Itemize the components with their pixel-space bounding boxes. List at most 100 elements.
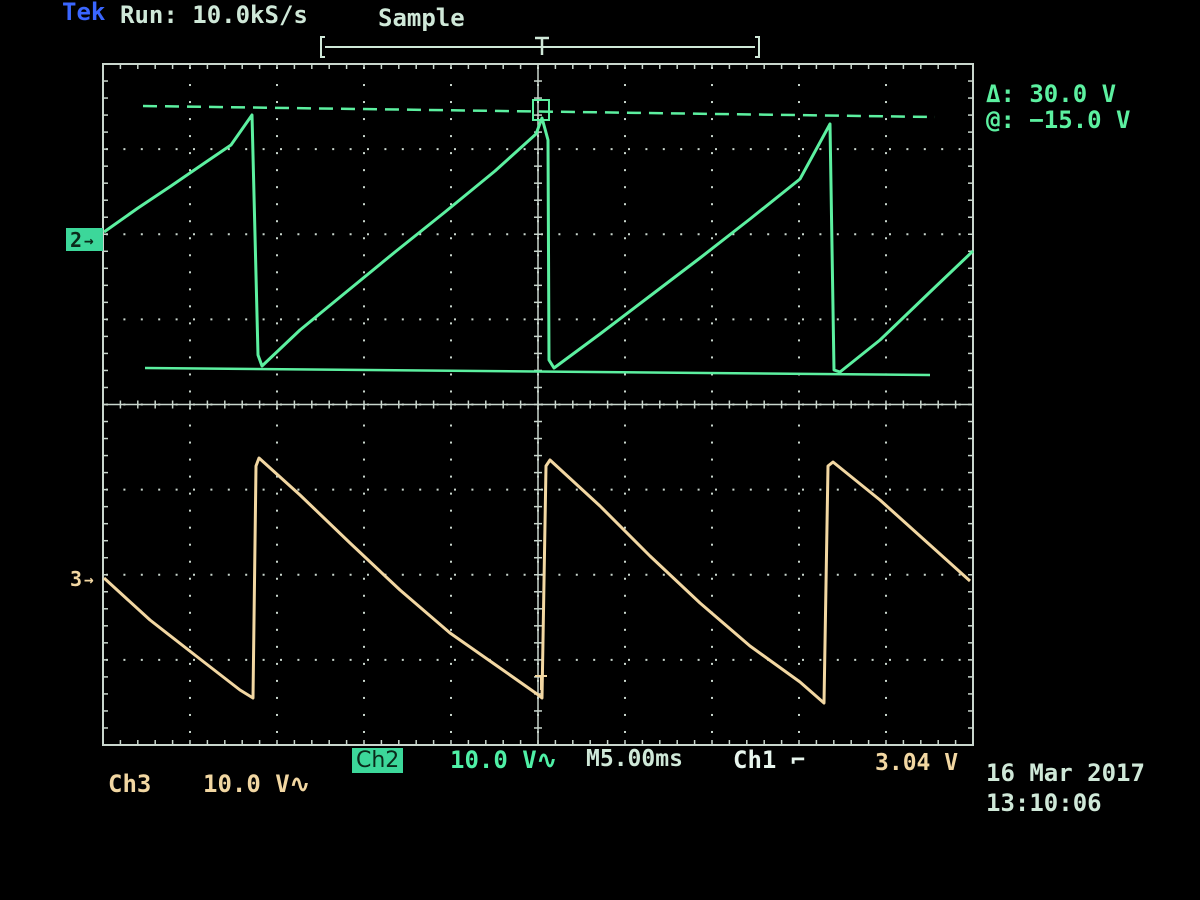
grid-dot [158,573,161,576]
grid-dot [419,148,422,151]
timebase-readout: M5.00ms [586,746,683,772]
grid-dot [189,356,191,359]
grid-dot [610,488,613,491]
grid-dot [645,658,648,661]
grid-dot [749,148,752,151]
grid-dot [624,509,626,512]
grid-dot [276,322,278,325]
grid-dot [628,148,630,151]
grid-dot [732,318,735,321]
grid-dot [436,573,439,576]
grid-dot [711,339,713,342]
grid-dot [885,203,887,206]
grid-dot [711,305,713,308]
grid-dot [158,233,161,236]
grid-dot [711,101,713,104]
grid-dot [749,658,752,661]
grid-dot [262,318,265,321]
grid-dot [384,148,387,151]
grid-dot [314,488,317,491]
grid-dot [506,488,509,491]
grid-dot [175,658,178,661]
grid-dot [189,254,191,257]
grid-dot [363,305,365,308]
grid-dot [450,84,452,87]
grid-dot [280,148,282,151]
grid-dot [885,101,887,104]
grid-dot [450,169,452,172]
grid-dot [628,318,630,321]
grid-dot [227,233,230,236]
grid-dot [523,233,526,236]
grid-dot [189,237,191,240]
grid-dot [711,509,713,512]
grid-dot [189,305,191,308]
grid-dot [624,339,626,342]
grid-dot [189,492,191,495]
grid-dot [276,526,278,529]
grid-dot [363,152,365,155]
grid-dot [610,658,613,661]
grid-dot [624,424,626,427]
grid-dot [367,148,369,151]
grid-dot [189,84,191,87]
grid-dot [450,560,452,563]
grid-dot [680,318,683,321]
grid-dot [276,84,278,87]
grid-dot [349,148,352,151]
grid-dot [798,696,800,699]
grid-dot [958,318,961,321]
grid-dot [798,492,800,495]
grid-dot [906,318,909,321]
grid-dot [454,488,456,491]
grid-dot [363,543,365,546]
grid-dot [401,488,404,491]
grid-dot [450,390,452,393]
grid-dot [363,118,365,121]
grid-dot [798,356,800,359]
ch2-badge[interactable]: Ch2 [352,748,404,773]
grid-dot [767,233,770,236]
ch2-ground-marker[interactable]: 2 → [66,228,103,252]
grid-dot [363,220,365,223]
grid-dot [798,271,800,274]
grid-dot [189,322,191,325]
grid-dot [276,594,278,597]
grid-dot [450,679,452,682]
grid-dot [680,658,683,661]
grid-dot [363,186,365,189]
grid-dot [450,526,452,529]
grid-dot [450,662,452,665]
grid-dot [227,573,230,576]
grid-dot [798,339,800,342]
grid-dot [523,573,526,576]
grid-dot [854,318,857,321]
grid-dot [506,148,509,151]
grid-dot [575,148,578,151]
grid-dot [227,318,230,321]
grid-dot [189,203,191,206]
grid-dot [711,152,713,155]
grid-dot [276,441,278,444]
grid-dot [732,488,735,491]
grid-dot [715,658,717,661]
grid-dot [363,509,365,512]
grid-dot [819,488,822,491]
grid-dot [276,118,278,121]
grid-dot [885,679,887,682]
grid-dot [798,560,800,563]
grid-dot [798,628,800,631]
grid-dot [715,318,717,321]
grid-dot [363,611,365,614]
grid-dot [436,233,439,236]
grid-dot [624,696,626,699]
grid-dot [711,220,713,223]
grid-dot [332,233,335,236]
trigger-level-marker[interactable] [535,675,547,690]
grid-dot [363,679,365,682]
grid-dot [885,220,887,223]
ch3-label[interactable]: Ch3 [108,772,151,796]
ch3-ground-marker[interactable]: 3 → [70,567,94,591]
grid-dot [189,186,191,189]
grid-dot [189,373,191,376]
